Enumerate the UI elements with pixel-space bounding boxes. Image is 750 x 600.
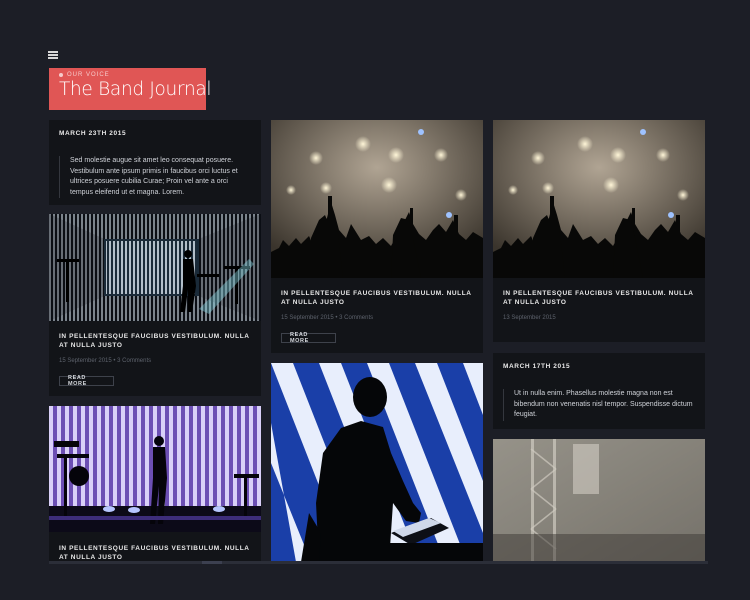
quote-card-2[interactable]: MARCH 17TH 2015 Ut in nulla enim. Phasel… [493, 353, 705, 429]
read-more-button[interactable]: READ MORE [281, 332, 336, 344]
page-title: The Band Journal [59, 79, 212, 100]
scrollbar-thumb[interactable] [202, 561, 222, 564]
post-image[interactable] [49, 214, 261, 321]
post-card-2[interactable]: IN PELLENTESQUE FAUCIBUS VESTIBULUM. NUL… [271, 120, 483, 353]
post-meta: 15 September 2015 • 3 Comments [281, 315, 374, 321]
post-image[interactable] [271, 120, 483, 278]
quote-date: MARCH 17TH 2015 [503, 363, 571, 370]
horizontal-scrollbar[interactable] [49, 561, 708, 564]
post-title[interactable]: IN PELLENTESQUE FAUCIBUS VESTIBULUM. NUL… [281, 290, 473, 307]
post-card-4[interactable]: IN PELLENTESQUE FAUCIBUS VESTIBULUM. NUL… [49, 406, 261, 562]
quote-text: Sed molestie augue sit amet leo consequa… [59, 156, 250, 198]
post-card-1[interactable]: IN PELLENTESQUE FAUCIBUS VESTIBULUM. NUL… [49, 214, 261, 396]
quote-text: Ut in nulla enim. Phasellus molestie mag… [503, 389, 694, 421]
quote-date: MARCH 23TH 2015 [59, 130, 127, 137]
post-meta: 13 September 2015 [503, 315, 556, 321]
post-title[interactable]: IN PELLENTESQUE FAUCIBUS VESTIBULUM. NUL… [59, 545, 251, 562]
post-meta: 15 September 2015 • 3 Comments [59, 358, 152, 364]
read-more-button[interactable]: READ MORE [59, 375, 114, 387]
quote-card-1[interactable]: MARCH 23TH 2015 Sed molestie augue sit a… [49, 120, 261, 205]
post-title[interactable]: IN PELLENTESQUE FAUCIBUS VESTIBULUM. NUL… [59, 333, 251, 350]
post-title[interactable]: IN PELLENTESQUE FAUCIBUS VESTIBULUM. NUL… [503, 290, 695, 307]
post-image[interactable] [49, 406, 261, 532]
post-image[interactable] [493, 120, 705, 278]
photo-card[interactable] [271, 363, 483, 562]
photo-card[interactable] [493, 439, 705, 562]
post-image[interactable] [493, 439, 705, 562]
post-image[interactable] [271, 363, 483, 562]
dot-icon [59, 73, 63, 77]
hamburger-menu-icon[interactable] [48, 51, 58, 59]
header-kicker: OUR VOICE [67, 72, 110, 78]
journal-header: OUR VOICE The Band Journal [49, 68, 212, 110]
post-card-3[interactable]: IN PELLENTESQUE FAUCIBUS VESTIBULUM. NUL… [493, 120, 705, 342]
